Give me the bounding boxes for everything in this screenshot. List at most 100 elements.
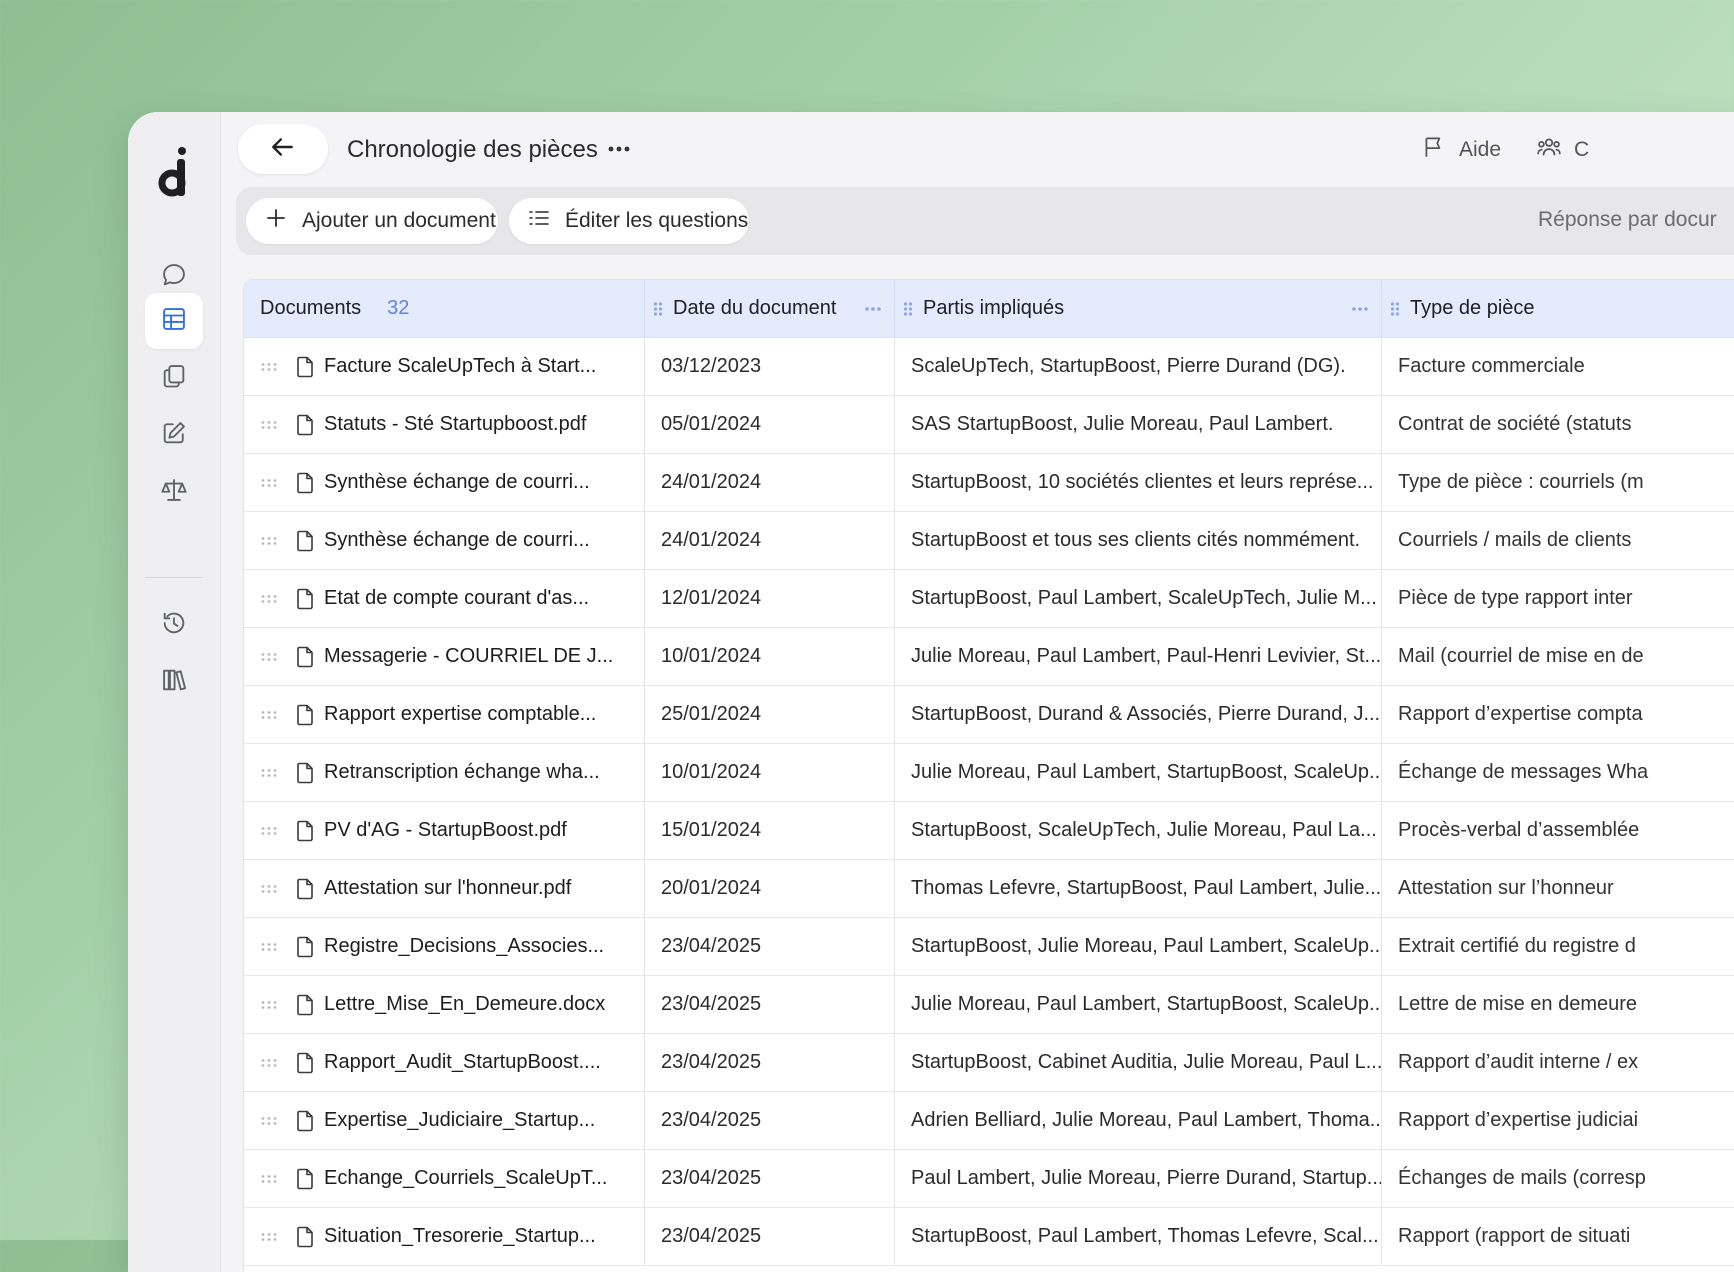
date-cell[interactable]: 05/01/2024 <box>645 396 895 453</box>
document-cell[interactable]: Situation_Tresorerie_Startup... <box>244 1208 645 1265</box>
parties-cell[interactable]: StartupBoost, Paul Lambert, Thomas Lefev… <box>895 1208 1382 1265</box>
table-row[interactable]: Expertise_Judiciaire_Startup... 23/04/202… <box>244 1092 1734 1150</box>
parties-cell[interactable]: StartupBoost, Cabinet Auditia, Julie Mor… <box>895 1034 1382 1091</box>
row-drag-handle-icon[interactable] <box>260 1116 278 1126</box>
parties-cell[interactable]: StartupBoost et tous ses clients cités n… <box>895 512 1382 569</box>
document-cell[interactable]: Facture ScaleUpTech à Start... <box>244 338 645 395</box>
date-cell[interactable]: 03/12/2023 <box>645 338 895 395</box>
type-cell[interactable]: Lettre de mise en demeure <box>1382 976 1734 1033</box>
date-cell[interactable]: 23/04/2025 <box>645 1092 895 1149</box>
sidebar-item-documents[interactable] <box>145 350 203 406</box>
sidebar-item-history[interactable] <box>145 597 203 653</box>
parties-cell[interactable]: StartupBoost, ScaleUpTech, Julie Moreau,… <box>895 802 1382 859</box>
parties-cell[interactable]: StartupBoost, Paul Lambert, ScaleUpTech,… <box>895 570 1382 627</box>
help-link[interactable]: Aide <box>1421 134 1501 166</box>
table-row[interactable]: Attestation sur l'honneur.pdf 20/01/2024 T… <box>244 860 1734 918</box>
table-row[interactable]: Messagerie - COURRIEL DE J... 10/01/2024 J… <box>244 628 1734 686</box>
table-row[interactable]: Statuts - Sté Startupboost.pdf 05/01/2024… <box>244 396 1734 454</box>
type-cell[interactable]: Extrait certifié du registre d <box>1382 918 1734 975</box>
sidebar-item-library[interactable] <box>145 654 203 710</box>
parties-cell[interactable]: StartupBoost, Durand & Associés, Pierre … <box>895 686 1382 743</box>
row-drag-handle-icon[interactable] <box>260 362 278 372</box>
row-drag-handle-icon[interactable] <box>260 478 278 488</box>
parties-cell[interactable]: SAS StartupBoost, Julie Moreau, Paul Lam… <box>895 396 1382 453</box>
document-cell[interactable]: Statuts - Sté Startupboost.pdf <box>244 396 645 453</box>
document-cell[interactable]: Echange_Courriels_ScaleUpT... <box>244 1150 645 1207</box>
sidebar-item-table[interactable] <box>145 293 203 349</box>
row-drag-handle-icon[interactable] <box>260 1174 278 1184</box>
table-row[interactable]: Synthèse échange de courri... 24/01/2024 S… <box>244 512 1734 570</box>
document-cell[interactable]: Lettre_Mise_En_Demeure.docx <box>244 976 645 1033</box>
drag-handle-icon[interactable] <box>653 301 663 317</box>
document-cell[interactable]: Synthèse échange de courri... <box>244 454 645 511</box>
table-row[interactable]: Lettre_Mise_En_Demeure.docx 23/04/2025 Jul… <box>244 976 1734 1034</box>
type-cell[interactable]: Courriels / mails de clients <box>1382 512 1734 569</box>
row-drag-handle-icon[interactable] <box>260 652 278 662</box>
document-cell[interactable]: Retranscription échange wha... <box>244 744 645 801</box>
row-drag-handle-icon[interactable] <box>260 710 278 720</box>
edit-questions-button[interactable]: Éditer les questions <box>509 198 749 244</box>
row-drag-handle-icon[interactable] <box>260 768 278 778</box>
document-cell[interactable]: Rapport_Audit_StartupBoost.... <box>244 1034 645 1091</box>
date-cell[interactable]: 15/01/2024 <box>645 802 895 859</box>
type-cell[interactable]: Procès-verbal d’assemblée <box>1382 802 1734 859</box>
date-cell[interactable]: 24/01/2024 <box>645 454 895 511</box>
title-more-button[interactable] <box>604 134 634 164</box>
type-cell[interactable]: Facture commerciale <box>1382 338 1734 395</box>
table-row[interactable]: Retranscription échange wha... 10/01/2024… <box>244 744 1734 802</box>
sidebar-item-edit[interactable] <box>145 407 203 463</box>
parties-cell[interactable]: Julie Moreau, Paul Lambert, StartupBoost… <box>895 976 1382 1033</box>
parties-cell[interactable]: Thomas Lefevre, StartupBoost, Paul Lambe… <box>895 860 1382 917</box>
type-cell[interactable]: Contrat de société (statuts <box>1382 396 1734 453</box>
table-row[interactable]: Rapport_Audit_StartupBoost.... 23/04/2025… <box>244 1034 1734 1092</box>
sidebar-item-legal[interactable] <box>145 464 203 520</box>
back-button[interactable] <box>238 124 328 174</box>
parties-cell[interactable]: Adrien Belliard, Julie Moreau, Paul Lamb… <box>895 1092 1382 1149</box>
type-cell[interactable]: Rapport (rapport de situati <box>1382 1208 1734 1265</box>
column-header-parties[interactable]: Partis impliqués <box>895 280 1382 337</box>
app-logo[interactable] <box>156 146 192 198</box>
date-cell[interactable]: 23/04/2025 <box>645 918 895 975</box>
table-row[interactable]: Situation_Tresorerie_Startup... 23/04/202… <box>244 1208 1734 1266</box>
parties-cell[interactable]: StartupBoost, 10 sociétés clientes et le… <box>895 454 1382 511</box>
table-row[interactable]: Registre_Decisions_Associes... 23/04/2025… <box>244 918 1734 976</box>
table-row[interactable]: Synthèse échange de courri... 24/01/2024 S… <box>244 454 1734 512</box>
row-drag-handle-icon[interactable] <box>260 1232 278 1242</box>
row-drag-handle-icon[interactable] <box>260 1000 278 1010</box>
row-drag-handle-icon[interactable] <box>260 536 278 546</box>
column-menu-icon[interactable] <box>864 306 882 312</box>
document-cell[interactable]: Expertise_Judiciaire_Startup... <box>244 1092 645 1149</box>
document-cell[interactable]: Attestation sur l'honneur.pdf <box>244 860 645 917</box>
row-drag-handle-icon[interactable] <box>260 420 278 430</box>
date-cell[interactable]: 12/01/2024 <box>645 570 895 627</box>
date-cell[interactable]: 10/01/2024 <box>645 628 895 685</box>
row-drag-handle-icon[interactable] <box>260 826 278 836</box>
type-cell[interactable]: Attestation sur l’honneur <box>1382 860 1734 917</box>
table-row[interactable]: Echange_Courriels_ScaleUpT... 23/04/2025 P… <box>244 1150 1734 1208</box>
type-cell[interactable]: Type de pièce : courriels (m <box>1382 454 1734 511</box>
column-header-documents[interactable]: Documents 32 <box>244 280 645 337</box>
column-header-type[interactable]: Type de pièce <box>1382 280 1734 337</box>
type-cell[interactable]: Rapport d’expertise judiciai <box>1382 1092 1734 1149</box>
column-header-date[interactable]: Date du document <box>645 280 895 337</box>
table-row[interactable]: Rapport expertise comptable... 25/01/2024… <box>244 686 1734 744</box>
collaborators-link[interactable]: C <box>1536 134 1589 166</box>
type-cell[interactable]: Échange de messages Wha <box>1382 744 1734 801</box>
document-cell[interactable]: Synthèse échange de courri... <box>244 512 645 569</box>
response-mode-toggle[interactable]: Réponse par docur <box>1538 208 1717 232</box>
column-menu-icon[interactable] <box>1351 306 1369 312</box>
table-row[interactable]: Etat de compte courant d'as... 12/01/2024… <box>244 570 1734 628</box>
date-cell[interactable]: 23/04/2025 <box>645 1034 895 1091</box>
date-cell[interactable]: 20/01/2024 <box>645 860 895 917</box>
row-drag-handle-icon[interactable] <box>260 942 278 952</box>
drag-handle-icon[interactable] <box>1390 301 1400 317</box>
parties-cell[interactable]: Paul Lambert, Julie Moreau, Pierre Duran… <box>895 1150 1382 1207</box>
date-cell[interactable]: 24/01/2024 <box>645 512 895 569</box>
row-drag-handle-icon[interactable] <box>260 884 278 894</box>
type-cell[interactable]: Échanges de mails (corresp <box>1382 1150 1734 1207</box>
parties-cell[interactable]: StartupBoost, Julie Moreau, Paul Lambert… <box>895 918 1382 975</box>
type-cell[interactable]: Rapport d’audit interne / ex <box>1382 1034 1734 1091</box>
parties-cell[interactable]: ScaleUpTech, StartupBoost, Pierre Durand… <box>895 338 1382 395</box>
type-cell[interactable]: Mail (courriel de mise en de <box>1382 628 1734 685</box>
date-cell[interactable]: 23/04/2025 <box>645 1150 895 1207</box>
